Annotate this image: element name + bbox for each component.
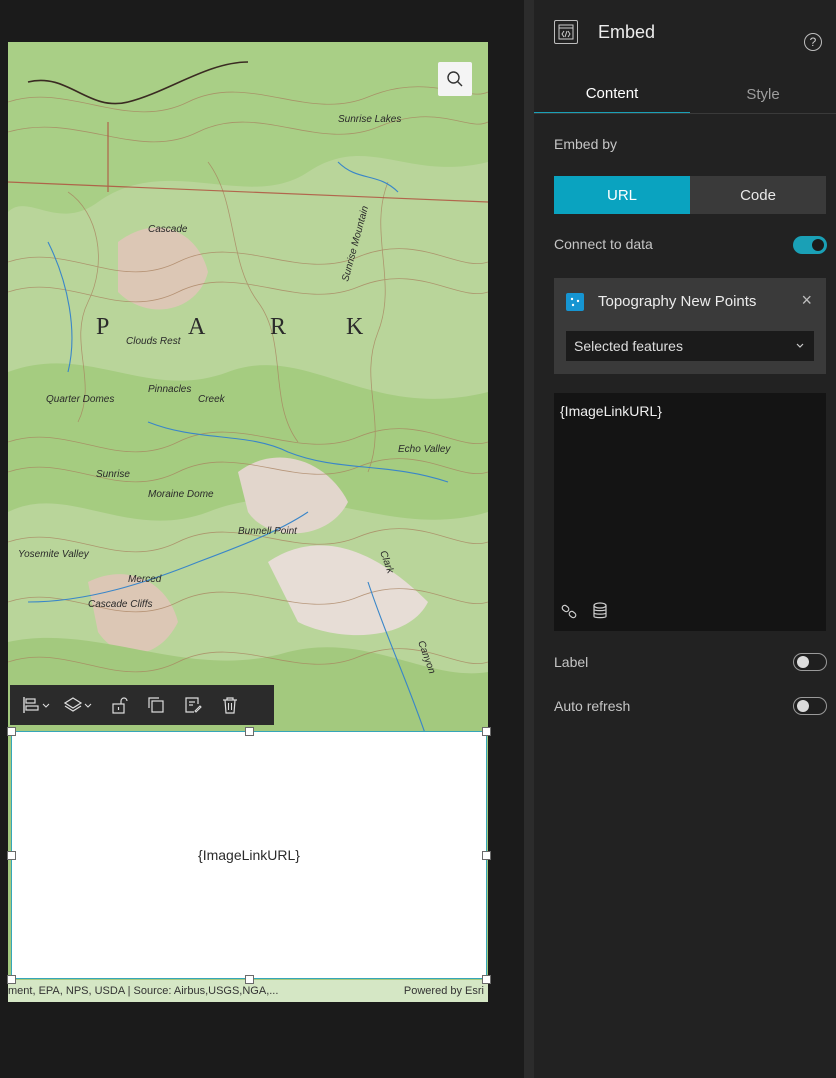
trash-icon: [222, 697, 237, 714]
panel-title: Embed: [598, 21, 656, 42]
selection-dropdown[interactable]: Selected features: [566, 331, 814, 361]
duplicate-icon: [147, 697, 164, 713]
edit-data-icon: [184, 697, 202, 713]
toggle-knob: [812, 239, 824, 251]
map-label: Moraine Dome: [148, 489, 214, 500]
url-input[interactable]: {ImageLinkURL}: [554, 393, 826, 631]
url-input-value: {ImageLinkURL}: [560, 403, 662, 419]
align-button[interactable]: [16, 685, 58, 725]
auto-refresh-label: Auto refresh: [554, 698, 631, 714]
link-icon[interactable]: [560, 603, 580, 621]
resize-handle-top-left[interactable]: [7, 727, 16, 736]
embed-by-code-button[interactable]: Code: [690, 176, 826, 214]
close-icon[interactable]: ×: [801, 290, 812, 311]
map-label: Bunnell Point: [238, 526, 298, 537]
map-label: Creek: [198, 394, 226, 405]
map-label: Sunrise Lakes: [338, 114, 401, 125]
edit-data-button[interactable]: [174, 685, 211, 725]
duplicate-button[interactable]: [137, 685, 174, 725]
resize-handle-left[interactable]: [7, 851, 16, 860]
panel-header: Embed ?: [534, 0, 836, 64]
embed-code-icon: [554, 20, 578, 44]
resize-handle-bottom[interactable]: [245, 975, 254, 984]
resize-handle-top-right[interactable]: [482, 727, 491, 736]
unlock-icon: [111, 697, 128, 714]
canvas-area: P A R K Clouds Rest Pinnacles Quarter Do…: [0, 0, 524, 1078]
delete-button[interactable]: [211, 685, 248, 725]
lock-button[interactable]: [100, 685, 137, 725]
tab-style[interactable]: Style: [690, 74, 836, 114]
app-root: P A R K Clouds Rest Pinnacles Quarter Do…: [0, 0, 836, 1078]
attribution-source: ment, EPA, NPS, USDA | Source: Airbus,US…: [8, 985, 279, 997]
data-source-name: Topography New Points: [598, 293, 757, 310]
label-toggle-label: Label: [554, 654, 589, 670]
embed-widget-content: {ImageLinkURL}: [198, 847, 300, 863]
map-search-button[interactable]: [438, 62, 472, 96]
toggle-knob: [797, 656, 809, 668]
tab-content[interactable]: Content: [534, 74, 690, 114]
chevron-down-icon: [796, 343, 804, 348]
resize-handle-right[interactable]: [482, 851, 491, 860]
help-icon[interactable]: ?: [804, 33, 822, 51]
resize-handle-top[interactable]: [245, 727, 254, 736]
feature-layer-icon: [566, 293, 584, 311]
map-label: Pinnacles: [148, 384, 191, 395]
align-icon: [23, 697, 50, 713]
connect-to-data-label: Connect to data: [554, 236, 653, 252]
layers-icon: [64, 697, 92, 712]
embed-widget[interactable]: {ImageLinkURL}: [11, 731, 487, 979]
map-label: Sunrise: [96, 469, 130, 480]
connect-to-data-toggle[interactable]: [793, 236, 827, 254]
embed-by-label: Embed by: [554, 136, 618, 152]
settings-panel: Embed ? Content Style Embed by URL Code …: [534, 0, 836, 1078]
map-label: Cascade: [148, 224, 188, 235]
data-source-card: Topography New Points × Selected feature…: [554, 278, 826, 374]
map-label: Quarter Domes: [46, 394, 114, 405]
map-label: Yosemite Valley: [18, 549, 90, 560]
auto-refresh-toggle[interactable]: [793, 697, 827, 715]
map-label: Echo Valley: [398, 444, 451, 455]
tabs-divider: [534, 113, 836, 114]
panel-tabs: Content Style: [534, 74, 836, 114]
embed-by-segmented-control: URL Code: [554, 176, 826, 214]
toggle-knob: [797, 700, 809, 712]
embed-by-url-button[interactable]: URL: [554, 176, 690, 214]
widget-toolbar: [10, 685, 274, 725]
powered-by-esri[interactable]: Powered by Esri: [392, 985, 484, 997]
selection-dropdown-value: Selected features: [574, 338, 683, 354]
map-label-park-r: R: [270, 314, 286, 340]
map-label-park-p: P: [96, 314, 109, 340]
map-label-park-a: A: [188, 314, 206, 340]
label-toggle[interactable]: [793, 653, 827, 671]
search-icon: [447, 71, 463, 87]
resize-handle-bottom-left[interactable]: [7, 975, 16, 984]
database-icon[interactable]: [592, 602, 608, 620]
resize-handle-bottom-right[interactable]: [482, 975, 491, 984]
map-label: Cascade Cliffs: [88, 599, 152, 610]
map-label-park-k: K: [346, 314, 364, 340]
layers-button[interactable]: [58, 685, 100, 725]
map-label: Clouds Rest: [126, 336, 182, 347]
map-label: Merced: [128, 574, 162, 585]
panel-splitter[interactable]: [524, 0, 534, 1078]
